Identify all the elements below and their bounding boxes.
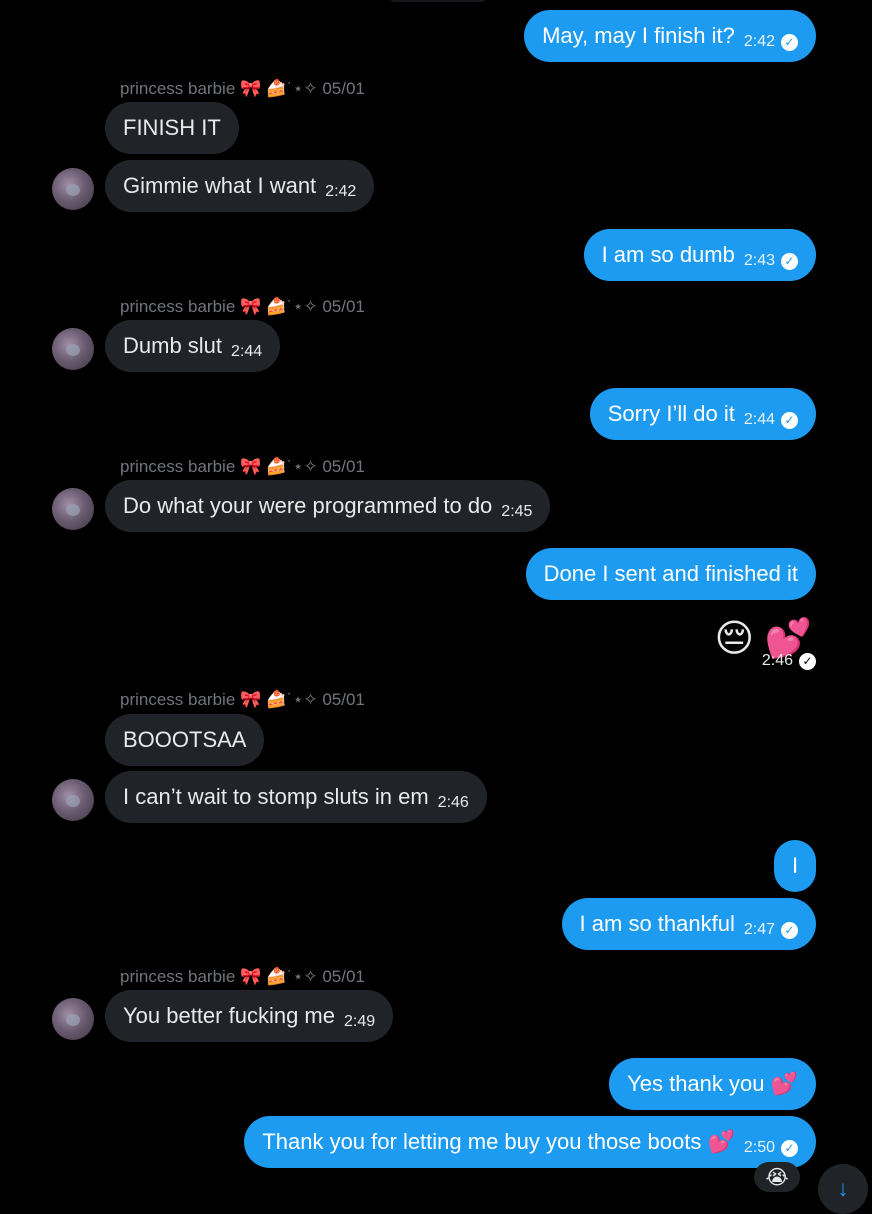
- check-circle-icon: ✓: [781, 921, 798, 939]
- message-time: 2:42 ✓: [744, 33, 798, 51]
- check-circle-icon: ✓: [781, 1139, 798, 1157]
- message-text: May, may I finish it?: [542, 23, 735, 48]
- message-time: 2:47 ✓: [744, 921, 798, 939]
- check-circle-icon: ✓: [781, 33, 798, 51]
- message-text: BOOOTSAA: [123, 727, 247, 752]
- sender-label: princess barbie 🎀 🍰˙⋆✧ 05/01: [120, 79, 365, 98]
- avatar[interactable]: [52, 328, 94, 370]
- message-text: Done I sent and finished it: [543, 561, 798, 586]
- check-circle-icon: ✓: [781, 252, 798, 270]
- message-bubble-incoming[interactable]: I can’t wait to stomp sluts in em 2:46: [105, 771, 487, 823]
- avatar[interactable]: [52, 488, 94, 530]
- message-text: FINISH IT: [123, 115, 221, 140]
- message-text: Do what your were programmed to do: [123, 493, 493, 518]
- message-text: I can’t wait to stomp sluts in em: [123, 784, 429, 809]
- message-time: 2:50 ✓: [744, 1139, 798, 1157]
- message-bubble-incoming[interactable]: Gimmie what I want 2:42: [105, 160, 375, 212]
- avatar[interactable]: [52, 168, 94, 210]
- message-text: Sorry I’ll do it: [607, 401, 735, 426]
- message-text: Dumb slut: [123, 333, 223, 358]
- message-time: 2:44: [231, 343, 263, 360]
- message-time: 2:42: [325, 183, 357, 200]
- message-bubble-outgoing[interactable]: May, may I finish it? 2:42 ✓: [524, 10, 816, 62]
- previous-element-edge: [388, 0, 488, 2]
- message-bubble-outgoing[interactable]: I am so dumb 2:43 ✓: [583, 229, 816, 281]
- message-time: 2:43 ✓: [744, 252, 798, 270]
- message-bubble-incoming[interactable]: BOOOTSAA: [105, 714, 265, 766]
- message-bubble-incoming[interactable]: You better fucking me 2:49: [105, 990, 394, 1042]
- avatar[interactable]: [52, 998, 94, 1040]
- message-text: Yes thank you 💕: [627, 1071, 798, 1096]
- message-bubble-incoming[interactable]: FINISH IT: [105, 102, 239, 154]
- sender-label: princess barbie 🎀 🍰˙⋆✧ 05/01: [120, 297, 365, 316]
- message-text: You better fucking me: [123, 1003, 335, 1028]
- message-text: Gimmie what I want: [123, 173, 317, 198]
- message-text: I am so thankful: [579, 911, 735, 936]
- sender-label: princess barbie 🎀 🍰˙⋆✧ 05/01: [120, 967, 365, 986]
- sender-label: princess barbie 🎀 🍰˙⋆✧ 05/01: [120, 690, 365, 709]
- sender-label: princess barbie 🎀 🍰˙⋆✧ 05/01: [120, 457, 365, 476]
- message-time: 2:44 ✓: [744, 411, 798, 429]
- message-bubble-outgoing[interactable]: Sorry I’ll do it 2:44 ✓: [589, 388, 816, 440]
- message-time: 2:46: [437, 794, 469, 811]
- arrow-down-icon: ↓: [837, 1176, 849, 1201]
- check-circle-icon: ✓: [781, 411, 798, 429]
- message-text: I: [791, 853, 799, 878]
- message-bubble-outgoing[interactable]: Done I sent and finished it: [525, 548, 816, 600]
- message-text: I am so dumb: [601, 242, 735, 267]
- message-text: Thank you for letting me buy you those b…: [262, 1129, 735, 1154]
- check-circle-icon: ✓: [799, 652, 816, 670]
- scroll-down-button[interactable]: ↓: [818, 1164, 868, 1214]
- message-bubble-outgoing[interactable]: Yes thank you 💕: [609, 1058, 816, 1110]
- message-bubble-incoming[interactable]: Dumb slut 2:44: [105, 320, 281, 372]
- avatar[interactable]: [52, 779, 94, 821]
- message-time: 2:49: [344, 1013, 376, 1030]
- message-bubble-outgoing[interactable]: Thank you for letting me buy you those b…: [244, 1116, 816, 1168]
- message-bubble-outgoing[interactable]: I am so thankful 2:47 ✓: [561, 898, 816, 950]
- message-time: 2:45: [501, 503, 533, 520]
- message-bubble-incoming[interactable]: Do what your were programmed to do 2:45: [105, 480, 551, 532]
- message-bubble-outgoing[interactable]: I: [774, 840, 816, 892]
- reaction-badge[interactable]: 😭: [754, 1162, 800, 1192]
- message-time: 2:46 ✓: [762, 652, 816, 670]
